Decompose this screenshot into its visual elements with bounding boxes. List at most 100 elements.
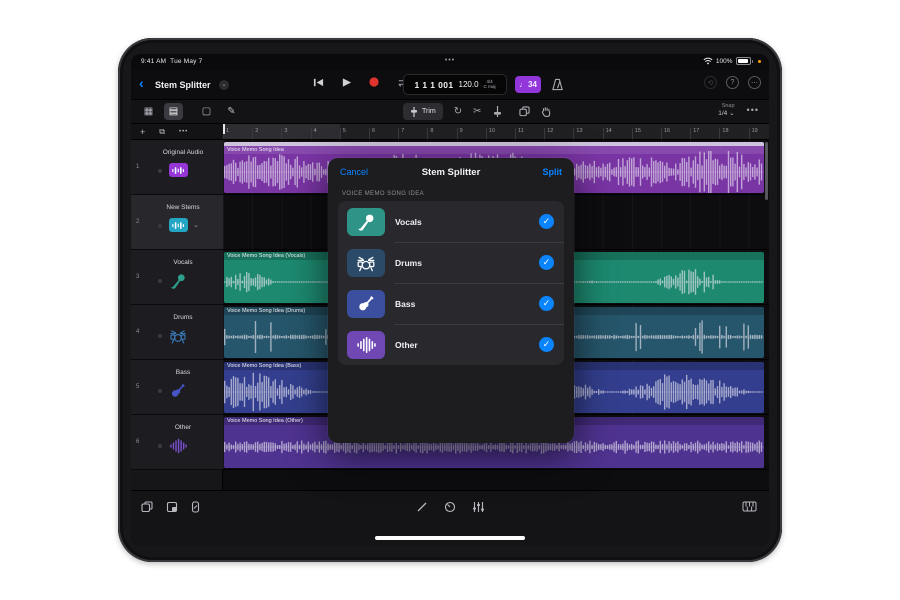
track-number: 6 bbox=[136, 439, 139, 445]
track-mute-dot[interactable] bbox=[158, 279, 162, 283]
ruler-bar-16: 16 bbox=[661, 128, 670, 140]
track-mute-dot[interactable] bbox=[158, 169, 162, 173]
track-header-other[interactable]: 6 Other bbox=[131, 415, 223, 470]
overview-icon[interactable]: ⟲ bbox=[704, 76, 717, 89]
note-icon: ♩ bbox=[519, 80, 527, 89]
regions-icon[interactable]: ▢ bbox=[197, 103, 216, 120]
grab-hand-icon[interactable] bbox=[541, 106, 551, 117]
record-button[interactable] bbox=[367, 75, 381, 89]
trim-tool-button[interactable]: Trim bbox=[403, 103, 443, 120]
ruler-bar-10: 10 bbox=[486, 128, 495, 140]
pencil-tool-icon[interactable]: ✎ bbox=[222, 103, 241, 120]
fade-tool-icon[interactable] bbox=[493, 106, 502, 117]
track-icon-tile bbox=[169, 163, 188, 177]
bass-icon bbox=[169, 382, 187, 400]
track-name: Drums bbox=[145, 314, 221, 321]
track-header-original-audio[interactable]: 1 Original Audio bbox=[131, 140, 223, 195]
mixer-icon[interactable] bbox=[472, 501, 485, 515]
metronome-button[interactable] bbox=[549, 76, 566, 93]
ruler-bar-2: 2 bbox=[252, 128, 258, 140]
duplicate-track-button[interactable]: ⧉ bbox=[159, 127, 165, 137]
keyboard-icon[interactable] bbox=[742, 507, 757, 514]
lcd-tempo: 120.0 bbox=[459, 80, 479, 89]
playhead[interactable] bbox=[223, 124, 225, 134]
ruler-bar-6: 6 bbox=[369, 128, 375, 140]
go-to-beginning-button[interactable] bbox=[311, 75, 325, 89]
track-name: New Stems bbox=[145, 204, 221, 211]
lcd-display[interactable]: 1 1 1 001 120.0 4/4 C maj bbox=[403, 74, 507, 95]
track-mute-dot[interactable] bbox=[158, 334, 162, 338]
stem-label: Vocals bbox=[395, 217, 422, 227]
stem-splitter-dialog: Cancel Stem Splitter Split VOICE MEMO SO… bbox=[328, 158, 574, 443]
controls-knob-icon[interactable] bbox=[444, 501, 456, 515]
track-header-panel: + ⧉ ••• 1 Original Audio 2 New Stems ⌄3 … bbox=[131, 124, 223, 490]
track-header-bass[interactable]: 5 Bass bbox=[131, 360, 223, 415]
checked-icon[interactable]: ✓ bbox=[539, 296, 554, 311]
stem-label: Other bbox=[395, 340, 418, 350]
stem-row-vocals[interactable]: Vocals ✓ bbox=[338, 201, 564, 242]
checked-icon[interactable]: ✓ bbox=[539, 214, 554, 229]
drums-icon bbox=[347, 249, 385, 277]
play-button[interactable] bbox=[339, 75, 353, 89]
ruler-bar-13: 13 bbox=[573, 128, 582, 140]
track-number: 1 bbox=[136, 164, 139, 170]
chevron-down-icon[interactable]: ⌄ bbox=[193, 221, 199, 229]
track-header-drums[interactable]: 4 Drums bbox=[131, 305, 223, 360]
tracks-view-icon[interactable]: ▤ bbox=[164, 103, 183, 120]
stem-row-drums[interactable]: Drums ✓ bbox=[338, 242, 564, 283]
wave-icon bbox=[169, 437, 187, 455]
copy-icon[interactable] bbox=[519, 106, 530, 117]
ruler-bar-18: 18 bbox=[719, 128, 728, 140]
ruler-bar-11: 11 bbox=[515, 128, 524, 140]
checked-icon[interactable]: ✓ bbox=[539, 337, 554, 352]
bar-ruler[interactable]: 12345678910111213141516171819 bbox=[223, 124, 769, 140]
wave-icon bbox=[347, 331, 385, 359]
track-name: Bass bbox=[145, 369, 221, 376]
title-chevron-icon[interactable]: ⌄ bbox=[219, 80, 229, 90]
split-button[interactable]: Split bbox=[543, 167, 563, 177]
help-icon[interactable]: ? bbox=[726, 76, 739, 89]
automation-icon[interactable] bbox=[416, 501, 428, 515]
more-options-icon[interactable]: ⋯ bbox=[748, 76, 761, 89]
tempo-badge[interactable]: ♩34 bbox=[515, 76, 541, 93]
ruler-bar-19: 19 bbox=[749, 128, 758, 140]
home-indicator[interactable] bbox=[375, 536, 525, 540]
browser-icon[interactable]: ▦ bbox=[139, 103, 158, 120]
track-header-vocals[interactable]: 3 Vocals bbox=[131, 250, 223, 305]
add-track-button[interactable]: + bbox=[140, 127, 145, 137]
drums-icon bbox=[169, 327, 187, 345]
stem-row-bass[interactable]: Bass ✓ bbox=[338, 283, 564, 324]
transport-controls bbox=[311, 75, 409, 89]
back-button[interactable]: ‹ bbox=[139, 76, 144, 90]
toolbar-more-icon[interactable]: ••• bbox=[747, 105, 759, 115]
edit-toolbar: ▦ ▤ ▢ ✎ Trim ↻ ✂ bbox=[131, 100, 769, 124]
nav-bar: ‹ Stem Splitter ⌄ bbox=[131, 70, 769, 100]
ruler-bar-12: 12 bbox=[544, 128, 553, 140]
wifi-icon bbox=[703, 57, 713, 65]
track-icon-tile bbox=[169, 218, 188, 232]
checked-icon[interactable]: ✓ bbox=[539, 255, 554, 270]
track-more-button[interactable]: ••• bbox=[179, 129, 188, 135]
ruler-bar-9: 9 bbox=[457, 128, 463, 140]
bottom-toolbar bbox=[131, 490, 769, 546]
multitask-dots-icon[interactable]: ••• bbox=[131, 57, 769, 64]
bass-icon bbox=[347, 290, 385, 318]
project-title[interactable]: Stem Splitter bbox=[155, 80, 211, 90]
track-mute-dot[interactable] bbox=[158, 444, 162, 448]
ruler-bar-7: 7 bbox=[398, 128, 404, 140]
track-number: 4 bbox=[136, 329, 139, 335]
track-header-new-stems[interactable]: 2 New Stems ⌄ bbox=[131, 195, 223, 250]
snap-control[interactable]: Snap 1/4 ⌄ bbox=[718, 102, 734, 118]
ruler-bar-4: 4 bbox=[311, 128, 317, 140]
stem-label: Bass bbox=[395, 299, 415, 309]
loop-tool-icon[interactable]: ↻ bbox=[454, 106, 462, 117]
track-mute-dot[interactable] bbox=[158, 224, 162, 228]
split-tool-icon[interactable]: ✂ bbox=[473, 106, 481, 117]
track-name: Vocals bbox=[145, 259, 221, 266]
stem-label: Drums bbox=[395, 258, 422, 268]
battery-percent: 100% bbox=[716, 58, 733, 65]
vertical-scrollbar[interactable] bbox=[765, 142, 768, 200]
stem-row-other[interactable]: Other ✓ bbox=[338, 324, 564, 365]
track-mute-dot[interactable] bbox=[158, 389, 162, 393]
status-bar: 9:41 AM Tue May 7 ••• 100% bbox=[131, 54, 769, 70]
